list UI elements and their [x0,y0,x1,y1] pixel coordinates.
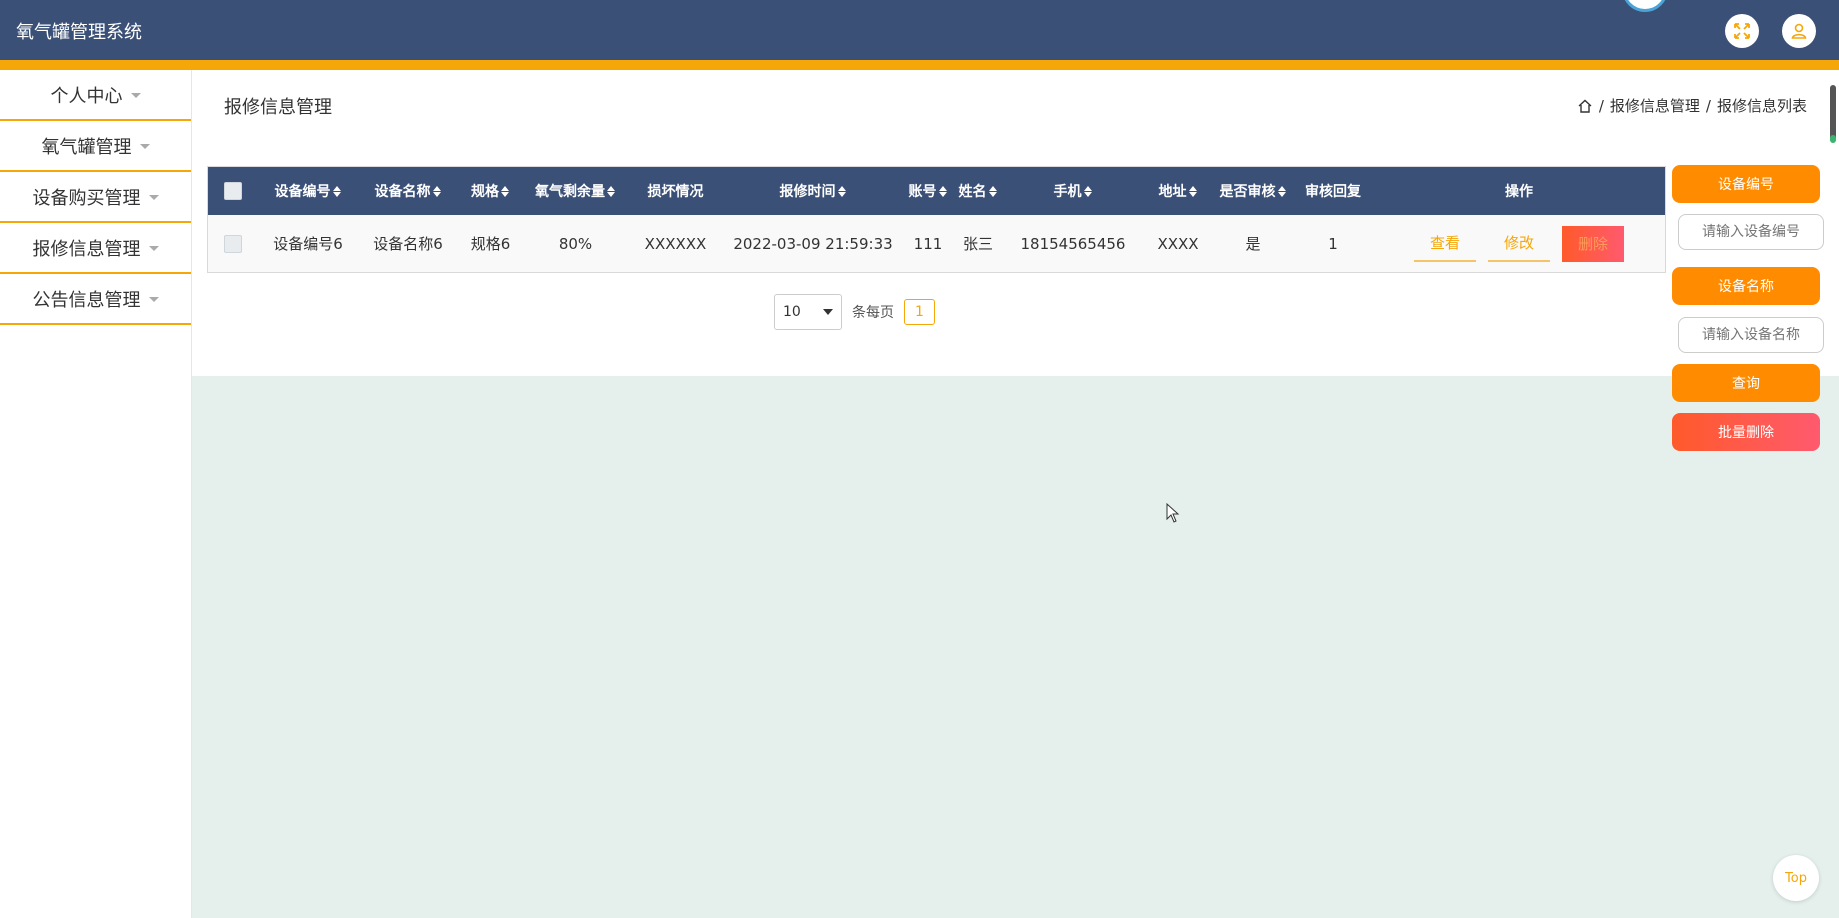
chevron-down-icon [130,93,141,98]
user-button[interactable] [1782,14,1816,48]
column-header-damage: 损坏情况 [647,184,704,200]
cell-address: XXXX [1157,234,1199,253]
cell-actions: 查看 修改 删除 [1373,225,1665,262]
sidebar-item-device-purchase[interactable]: 设备购买管理 [0,172,191,223]
fullscreen-button[interactable] [1725,14,1759,48]
sort-icon [1188,185,1198,197]
device-no-input[interactable] [1678,214,1824,250]
cell-name: 张三 [962,235,993,253]
chevron-down-icon [823,309,833,315]
chevron-down-icon [148,246,159,251]
chevron-down-icon [148,195,159,200]
device-no-label: 设备编号 [1672,165,1820,203]
chevron-down-icon [148,297,159,302]
cell-time: 2022-03-09 21:59:33 [733,234,893,253]
content-background [192,376,1839,918]
column-header-address[interactable]: 地址 [1143,181,1213,201]
pagination: 10 条每页 1 [774,294,935,330]
cell-device-no: 设备编号6 [273,235,343,253]
app-title: 氧气罐管理系统 [16,22,142,43]
sidebar-item-label: 设备购买管理 [32,187,141,209]
column-header-actions: 操作 [1505,184,1533,200]
page-size-select[interactable]: 10 [774,294,842,330]
sort-icon [607,185,616,197]
mouse-cursor-icon [1166,503,1180,523]
back-to-top-button[interactable]: Top [1773,855,1819,901]
fullscreen-icon [1734,23,1750,39]
table-header: 设备编号 设备名称 规格 氧气剩余量 损坏情况 报修时间 账号 姓名 手机 地址… [208,167,1665,215]
breadcrumb: / 报修信息管理 / 报修信息列表 [1577,95,1807,116]
cell-account: 111 [913,234,943,253]
cell-damage: XXXXXX [644,234,707,253]
sidebar-item-personal-center[interactable]: 个人中心 [0,70,191,121]
column-header-time[interactable]: 报修时间 [723,181,903,201]
cell-oxygen: 80% [558,234,593,253]
breadcrumb-level1[interactable]: 报修信息管理 [1610,95,1700,116]
sidebar-item-label: 氧气罐管理 [41,136,132,158]
sort-icon [837,185,847,197]
per-page-label: 条每页 [852,305,894,321]
sidebar: 个人中心 氧气罐管理 设备购买管理 报修信息管理 公告信息管理 [0,70,192,918]
breadcrumb-separator: / [1598,96,1604,115]
cell-device-name: 设备名称6 [373,235,443,253]
column-header-audited[interactable]: 是否审核 [1213,181,1293,201]
sidebar-item-repair-info[interactable]: 报修信息管理 [0,223,191,274]
user-icon [1791,23,1807,39]
sort-icon [501,185,510,197]
delete-button[interactable]: 删除 [1562,225,1625,262]
repair-table: 设备编号 设备名称 规格 氧气剩余量 损坏情况 报修时间 账号 姓名 手机 地址… [207,166,1666,273]
column-header-device-name[interactable]: 设备名称 [358,181,458,201]
sort-icon [332,185,342,197]
sidebar-item-label: 个人中心 [50,85,123,107]
sidebar-item-announcement[interactable]: 公告信息管理 [0,274,191,325]
query-button[interactable]: 查询 [1672,364,1820,402]
home-icon[interactable] [1577,98,1593,114]
edit-button[interactable]: 修改 [1487,226,1550,262]
cell-spec: 规格6 [470,235,511,253]
column-header-name[interactable]: 姓名 [953,181,1003,201]
page-number-button[interactable]: 1 [904,299,935,325]
top-header: 氧气罐管理系统 [0,0,1839,70]
select-all-checkbox[interactable] [224,182,242,200]
sidebar-item-oxygen-tank[interactable]: 氧气罐管理 [0,121,191,172]
column-header-account[interactable]: 账号 [903,181,953,201]
sidebar-item-label: 报修信息管理 [32,238,141,260]
row-select-cell [208,234,258,253]
batch-delete-button[interactable]: 批量删除 [1672,413,1820,451]
chevron-down-icon [139,144,150,149]
column-header-oxygen[interactable]: 氧气剩余量 [523,181,628,201]
sidebar-item-label: 公告信息管理 [32,289,141,311]
cell-phone: 18154565456 [1020,234,1126,253]
avatar[interactable] [1622,0,1668,12]
breadcrumb-level2: 报修信息列表 [1716,97,1807,115]
column-header-device-no[interactable]: 设备编号 [258,181,358,201]
sort-icon [1277,185,1287,197]
column-header-reply: 审核回复 [1305,184,1361,200]
select-all-cell [208,182,258,200]
sort-icon [938,185,948,197]
device-name-input[interactable] [1678,317,1824,353]
sort-icon [988,185,998,197]
page-title: 报修信息管理 [224,97,332,118]
column-header-spec[interactable]: 规格 [458,181,523,201]
table-row: 设备编号6 设备名称6 规格6 80% XXXXXX 2022-03-09 21… [208,215,1665,272]
cell-reply: 1 [1328,234,1338,253]
scrollbar[interactable] [1830,85,1836,143]
breadcrumb-separator: / [1705,96,1711,115]
row-checkbox[interactable] [224,234,242,253]
sort-icon [432,185,442,197]
view-button[interactable]: 查看 [1413,226,1476,262]
column-header-phone[interactable]: 手机 [1003,181,1143,201]
sort-icon [1083,185,1093,197]
device-name-label: 设备名称 [1672,267,1820,305]
cell-audited: 是 [1245,235,1261,253]
